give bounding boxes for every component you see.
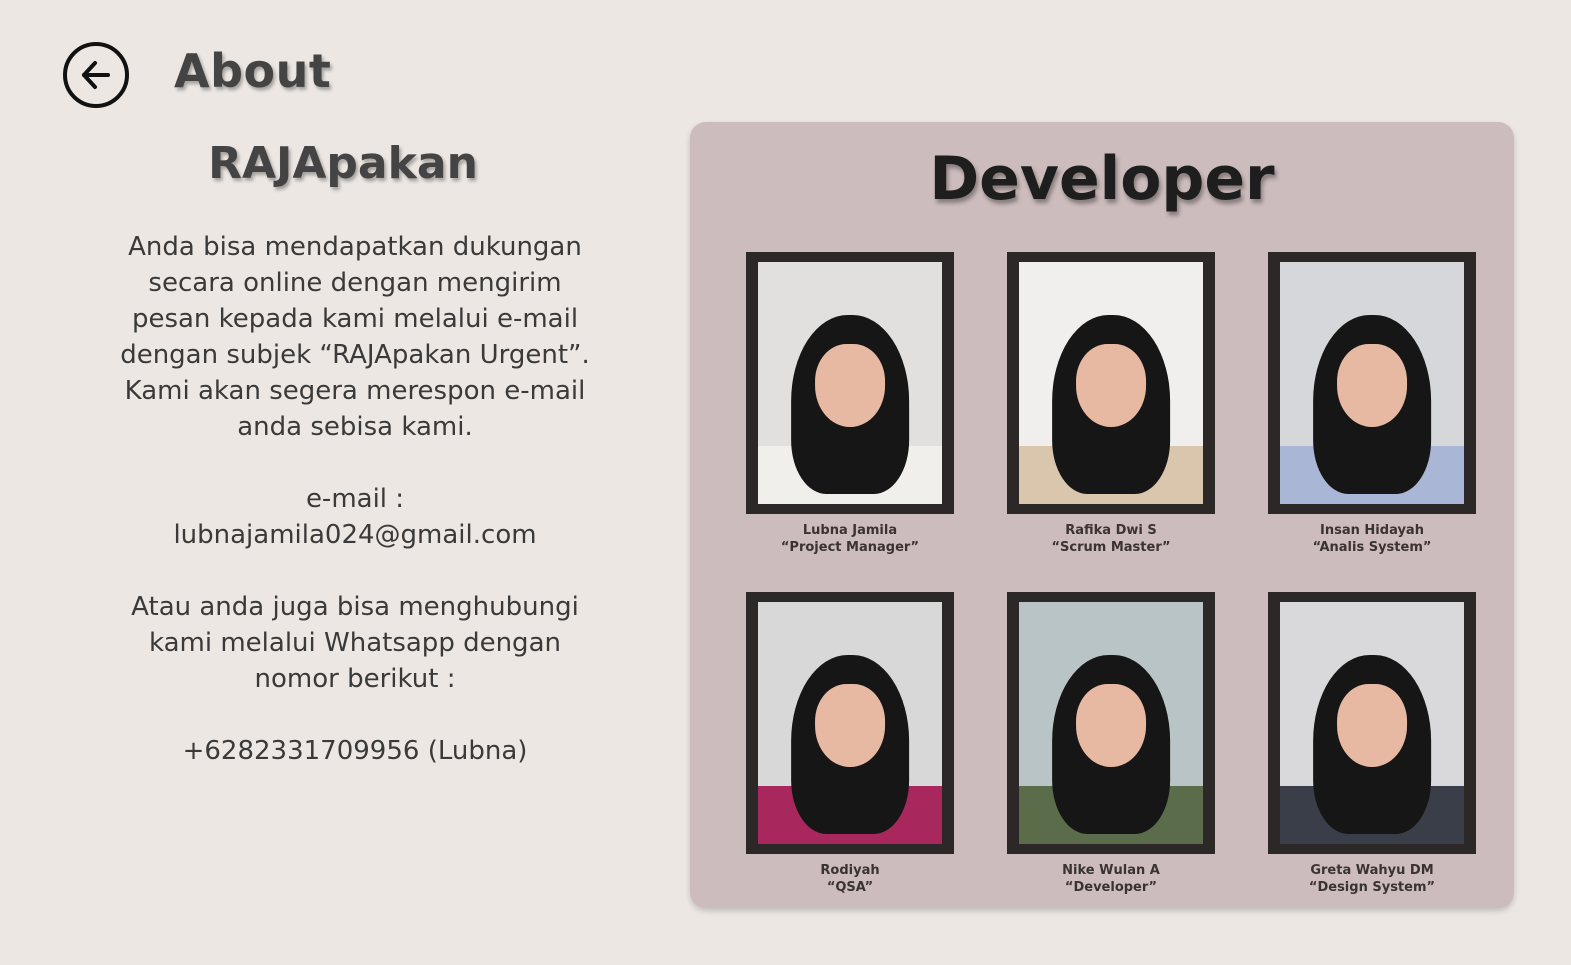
- developer-caption: Rafika Dwi S “Scrum Master”: [1007, 522, 1215, 556]
- developer-card: Rodiyah “QSA”: [746, 592, 954, 896]
- app-name: RAJApakan: [208, 138, 478, 189]
- photo-frame: [746, 252, 954, 514]
- developer-name: Rafika Dwi S: [1065, 523, 1157, 538]
- support-paragraph: Anda bisa mendapatkan dukungan secara on…: [120, 232, 590, 442]
- developer-card: Greta Wahyu DM “Design System”: [1268, 592, 1476, 896]
- email-address: lubnajamila024@gmail.com: [173, 520, 537, 550]
- developer-role: “Analis System”: [1312, 540, 1432, 555]
- developer-photo: [758, 262, 942, 504]
- photo-frame: [1268, 592, 1476, 854]
- developer-photo: [1019, 602, 1203, 844]
- developer-name: Greta Wahyu DM: [1310, 863, 1434, 878]
- developer-role: “Scrum Master”: [1051, 540, 1171, 555]
- developer-role: “Developer”: [1064, 880, 1158, 895]
- developer-photo: [1280, 602, 1464, 844]
- photo-frame: [1007, 252, 1215, 514]
- developer-name: Rodiyah: [820, 863, 880, 878]
- developer-card: Lubna Jamila “Project Manager”: [746, 252, 954, 556]
- developer-caption: Greta Wahyu DM “Design System”: [1268, 862, 1476, 896]
- back-button[interactable]: [63, 42, 129, 108]
- support-info: RAJApakan Anda bisa mendapatkan dukungan…: [100, 138, 610, 769]
- developer-role: “QSA”: [826, 880, 874, 895]
- developer-name: Insan Hidayah: [1320, 523, 1424, 538]
- email-label: e-mail :: [305, 484, 405, 514]
- developer-caption: Rodiyah “QSA”: [746, 862, 954, 896]
- developer-photo: [1019, 262, 1203, 504]
- email-block: e-mail : lubnajamila024@gmail.com: [100, 481, 610, 553]
- developer-role: “Design System”: [1308, 880, 1436, 895]
- developer-name: Lubna Jamila: [802, 523, 898, 538]
- developer-name: Nike Wulan A: [1062, 863, 1160, 878]
- developer-card: Insan Hidayah “Analis System”: [1268, 252, 1476, 556]
- developer-card: Rafika Dwi S “Scrum Master”: [1007, 252, 1215, 556]
- developer-photo: [1280, 262, 1464, 504]
- developer-photo: [758, 602, 942, 844]
- arrow-left-icon: [82, 61, 110, 89]
- about-page: About RAJApakan Anda bisa mendapatkan du…: [0, 0, 1571, 965]
- whatsapp-paragraph: Atau anda juga bisa menghubungi kami mel…: [131, 592, 579, 694]
- page-title: About: [174, 44, 332, 98]
- photo-frame: [746, 592, 954, 854]
- developer-title: Developer: [929, 144, 1275, 214]
- phone-number: +6282331709956 (Lubna): [182, 736, 528, 766]
- developer-caption: Nike Wulan A “Developer”: [1007, 862, 1215, 896]
- developer-role: “Project Manager”: [780, 540, 920, 555]
- photo-frame: [1268, 252, 1476, 514]
- developer-caption: Insan Hidayah “Analis System”: [1268, 522, 1476, 556]
- photo-frame: [1007, 592, 1215, 854]
- developer-caption: Lubna Jamila “Project Manager”: [746, 522, 954, 556]
- developer-panel: Developer Lubna Jamila “Project Manager” R…: [690, 122, 1514, 908]
- developer-card: Nike Wulan A “Developer”: [1007, 592, 1215, 896]
